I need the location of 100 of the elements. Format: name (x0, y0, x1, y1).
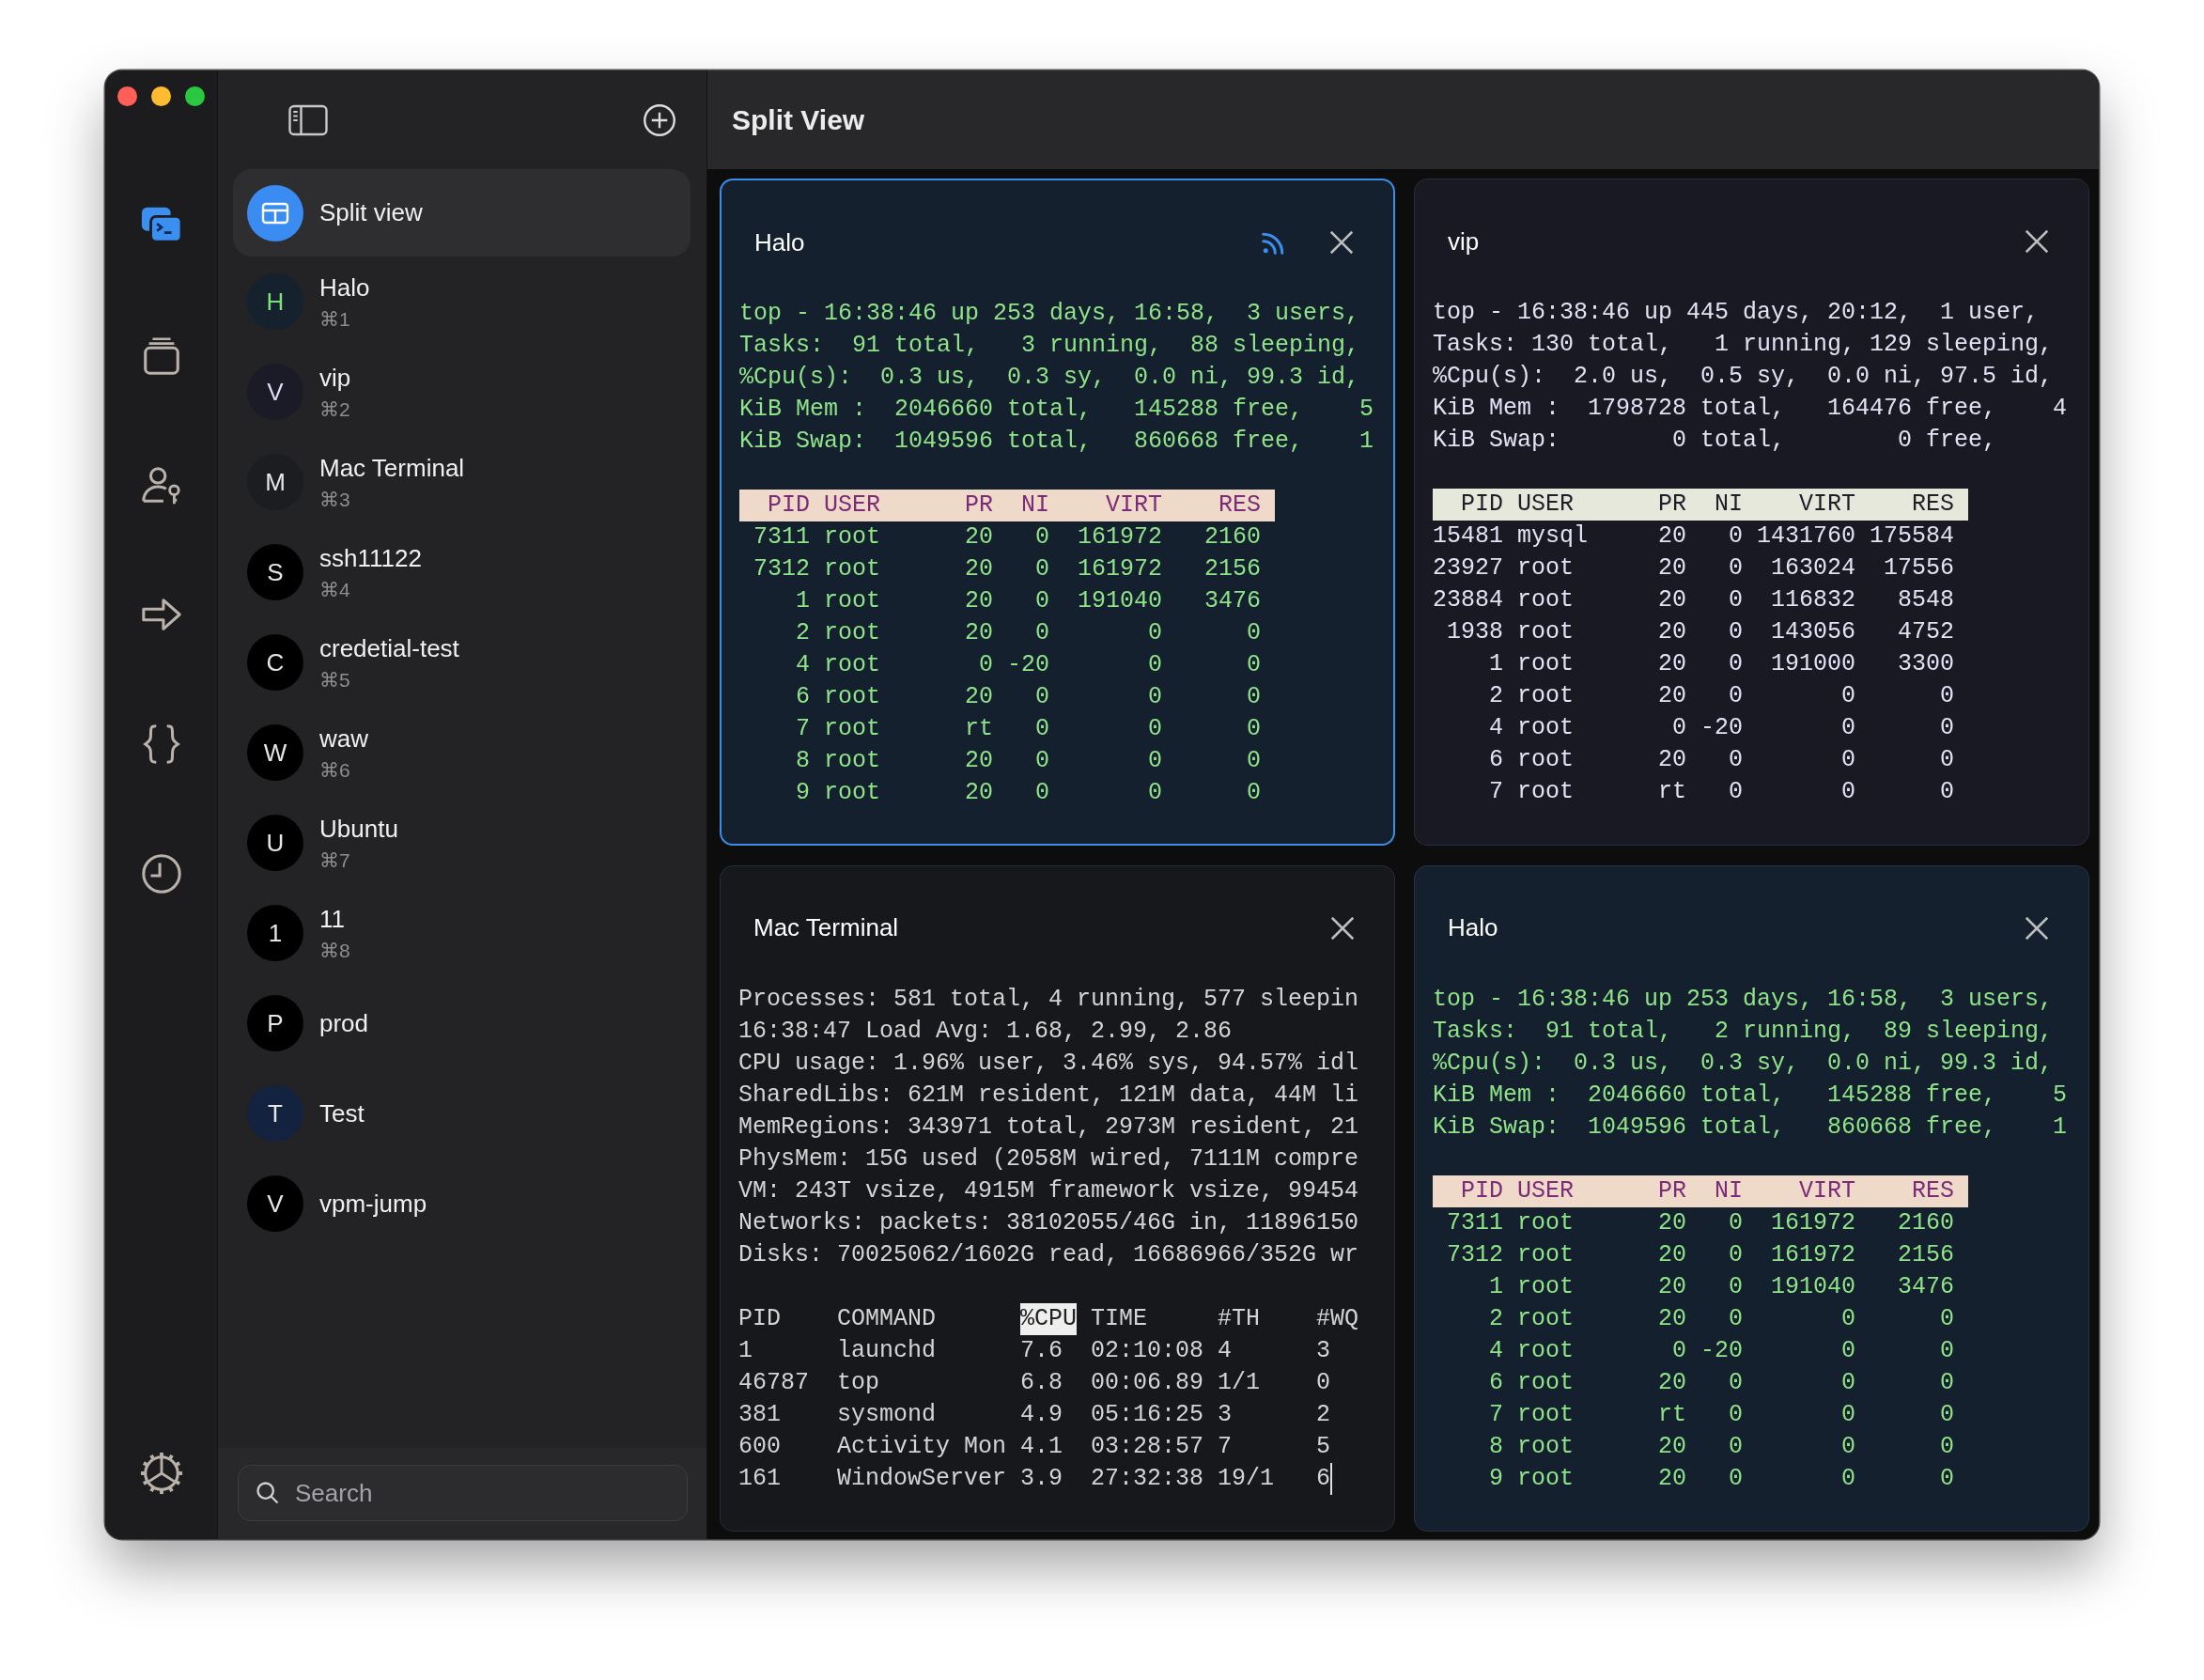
terminal-pane[interactable] (1414, 864, 2089, 1532)
host-name: Test (319, 1098, 365, 1128)
host-name: Ubuntu (319, 814, 398, 844)
avatar-initial: C (266, 650, 285, 675)
avatar-initial: W (263, 740, 287, 765)
terminal-line: 9 root 20 0 0 0 (795, 778, 1262, 808)
avatar-initial: T (268, 1101, 283, 1126)
terminal-line: 46787 top 6.8 00:06.89 1/1 0 (738, 1367, 1331, 1398)
terminal-line: top - 16:38:46 up 253 days, 16:58, 3 users, (739, 299, 1360, 329)
sorted-column-header: %CPU (1020, 1302, 1078, 1335)
sidebar-item[interactable]: H Halo ⌘1 (233, 257, 691, 347)
search-field[interactable]: Search (238, 1465, 688, 1521)
avatar-initial: M (265, 470, 286, 494)
terminal-line: 7 root rt 0 0 0 (1488, 777, 1955, 807)
close-icon[interactable] (1327, 228, 1356, 257)
terminal-line: %Cpu(s): 2.0 us, 0.5 sy, 0.0 ni, 97.5 id, (1433, 362, 2054, 392)
terminal-line: 161 WindowServer 3.9 27:32:38 19/1 6 (738, 1462, 1333, 1495)
terminal-line: 6 root 20 0 0 0 (1488, 1367, 1955, 1398)
terminal-line: Networks: packets: 38102055/46G in, 11896150 (738, 1207, 1359, 1238)
sidebar-item[interactable]: S ssh11122 ⌘4 (233, 527, 691, 617)
terminal-line: MemRegions: 343971 total, 2973M resident, 21 (738, 1112, 1359, 1143)
terminal-line: 7 root rt 0 0 0 (795, 714, 1262, 744)
table-header: PID USER PR NI VIRT RES (1433, 1174, 1969, 1207)
terminal-line: 1 root 20 0 191040 3476 (1488, 1271, 1955, 1302)
host-name: Mac Terminal (319, 453, 465, 483)
split-view-icon (247, 184, 303, 241)
avatar-initial: U (266, 831, 285, 855)
terminal-line: SharedLibs: 621M resident, 121M data, 44M li (738, 1080, 1359, 1111)
terminal-pane[interactable] (1414, 179, 2089, 846)
avatar-initial: 1 (268, 921, 283, 945)
terminal-line: 600 Activity Mon 4.1 03:28:57 7 5 (738, 1431, 1331, 1462)
avatar-initial: H (266, 289, 285, 314)
shortcut-label: ⌘2 (319, 397, 351, 421)
sidebar-item[interactable]: Split view (233, 169, 691, 257)
table-header: PID USER PR NI VIRT RES (1433, 489, 1969, 521)
avatar-initial: S (267, 560, 284, 584)
terminal-line: 23884 root 20 0 116832 8548 (1433, 585, 1955, 615)
terminal-line: 7311 root 20 0 161972 2160 (1446, 1207, 1955, 1238)
terminal-line: Disks: 70025062/1602G read, 16686966/352G wr (738, 1239, 1359, 1270)
sidebar-item[interactable]: V vpm-jump (233, 1159, 691, 1249)
pane-title: Mac Terminal (753, 913, 899, 942)
shortcut-label: ⌘5 (319, 668, 351, 692)
terminal-line: 4 root 0 -20 0 0 (1488, 1335, 1955, 1366)
close-icon[interactable] (2023, 227, 2051, 256)
sidebar-item[interactable]: C credetial-test ⌘5 (233, 617, 691, 708)
pane-title: Halo (754, 227, 805, 257)
terminal-line: 23927 root 20 0 163024 17556 (1433, 553, 1955, 583)
terminal-line: KiB Swap: 1049596 total, 860668 free, 1 (1433, 1112, 2068, 1143)
terminal-line: PhysMem: 15G used (2058M wired, 7111M compre (738, 1143, 1359, 1174)
column-headers: TIME #TH #WQ (1090, 1303, 1359, 1334)
close-light[interactable] (117, 86, 137, 106)
shortcut-label: ⌘4 (319, 578, 351, 601)
sidebar-item[interactable]: P prod (233, 978, 691, 1068)
terminal-line: 7312 root 20 0 161972 2156 (753, 554, 1262, 584)
terminal-line: 8 root 20 0 0 0 (795, 746, 1262, 776)
terminal-line: CPU usage: 1.96% user, 3.46% sys, 94.57% idl (738, 1048, 1359, 1079)
column-headers: PID COMMAND (738, 1303, 938, 1334)
terminal-line: 7312 root 20 0 161972 2156 (1446, 1239, 1955, 1270)
terminal-line: Tasks: 91 total, 3 running, 88 sleeping, (739, 331, 1360, 361)
sidebar-item[interactable]: 1 11 ⌘8 (233, 888, 691, 978)
host-name: vip (319, 363, 351, 393)
terminal-line: 8 root 20 0 0 0 (1488, 1431, 1955, 1462)
host-name: prod (319, 1008, 369, 1038)
terminal-line: top - 16:38:46 up 253 days, 16:58, 3 users, (1433, 984, 2054, 1015)
terminal-line: KiB Mem : 1798728 total, 164476 free, 4 (1433, 394, 2068, 424)
sidebar-item[interactable]: W waw ⌘6 (233, 708, 691, 798)
clock-icon[interactable] (139, 852, 183, 895)
host-name: Split view (319, 198, 423, 227)
table-header: PID USER PR NI VIRT RES (739, 490, 1276, 521)
terminal-line: KiB Swap: 1049596 total, 860668 free, 1 (739, 427, 1374, 457)
settings-icon[interactable] (139, 1452, 183, 1495)
terminal-pane[interactable] (720, 864, 1395, 1532)
minimize-light[interactable] (151, 86, 171, 106)
sidebar-item[interactable]: V vip ⌘2 (233, 347, 691, 437)
avatar-initial: V (267, 380, 284, 404)
terminal-line: Processes: 581 total, 4 running, 577 sleepin (738, 984, 1359, 1015)
host-name: credetial-test (319, 633, 459, 663)
terminal-line: 1 root 20 0 191040 3476 (795, 586, 1262, 616)
shortcut-label: ⌘8 (319, 939, 350, 962)
shortcut-label: ⌘1 (319, 307, 351, 331)
avatar-initial: P (267, 1011, 284, 1035)
terminal-line: 1 root 20 0 191000 3300 (1488, 649, 1955, 679)
pane-title: vip (1448, 226, 1480, 257)
sidebar-item[interactable]: U Ubuntu ⌘7 (233, 798, 691, 888)
terminal-line: 2 root 20 0 0 0 (1488, 1303, 1955, 1334)
zoom-light[interactable] (185, 86, 205, 106)
window-title: Split View (732, 103, 865, 136)
terminal-line: 2 root 20 0 0 0 (1488, 681, 1955, 711)
shortcut-label: ⌘3 (319, 488, 351, 511)
pane-title: Halo (1448, 913, 1498, 942)
sidebar-item[interactable]: M Mac Terminal ⌘3 (233, 437, 691, 527)
terminal-line: KiB Mem : 2046660 total, 145288 free, 5 (1433, 1080, 2068, 1111)
sidebar-item[interactable]: T Test (233, 1068, 691, 1159)
terminal-line: top - 16:38:46 up 445 days, 20:12, 1 user, (1433, 298, 2040, 328)
sidebar-toggle-icon[interactable] (288, 103, 328, 136)
terminal-line: 16:38:47 Load Avg: 1.68, 2.99, 2.86 (738, 1016, 1233, 1047)
host-name: vpm-jump (319, 1189, 427, 1219)
terminal-pane[interactable] (720, 179, 1395, 846)
terminal-line: 6 root 20 0 0 0 (795, 682, 1262, 712)
add-icon[interactable] (643, 102, 676, 137)
